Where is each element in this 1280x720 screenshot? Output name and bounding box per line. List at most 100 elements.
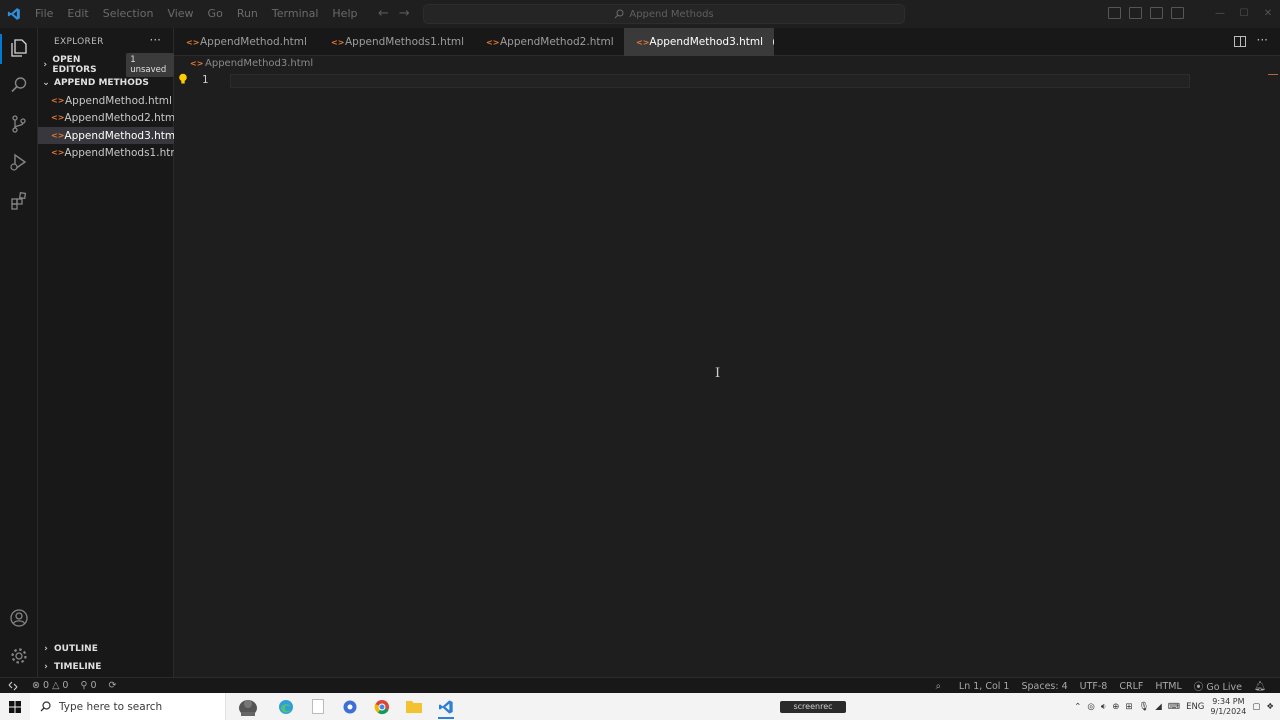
close-icon[interactable]: ✕ [1256,0,1280,28]
toggle-panel-icon[interactable] [1129,7,1142,19]
chevron-right-icon: › [44,644,48,654]
live-share-icon[interactable]: ⟳ [103,680,123,691]
problems-indicator[interactable]: ⊗ 0 △ 0 [26,680,74,691]
command-center[interactable]: Append Methods [423,4,905,24]
menu-view[interactable]: View [160,0,200,28]
more-actions-icon[interactable]: ··· [150,33,161,47]
error-icon: ⊗ [32,680,40,691]
timeline-section[interactable]: › TIMELINE [38,658,174,676]
open-editors-section[interactable]: › OPEN EDITORS 1 unsaved [38,53,175,77]
taskbar-search-input[interactable]: Type here to search [30,693,226,720]
breadcrumb[interactable]: <> AppendMethod3.html [190,58,313,69]
breadcrumb-file: AppendMethod3.html [205,58,314,69]
cursor-position[interactable]: Ln 1, Col 1 [953,681,1016,692]
file-name: AppendMethod2.html [64,111,179,124]
menu-run[interactable]: Run [230,0,265,28]
menu-terminal[interactable]: Terminal [265,0,326,28]
active-indicator [0,34,2,64]
accounts-icon[interactable] [7,606,31,630]
file-item[interactable]: <> AppendMethod.html [38,92,174,109]
chevron-up-icon[interactable]: ⌃ [1074,702,1081,712]
tab-appendmethods1[interactable]: <> AppendMethods1.html [319,28,474,56]
network-icon[interactable]: ⊕ [1112,702,1119,712]
search-view-icon[interactable] [7,73,31,97]
wifi-icon[interactable]: ◢ [1155,702,1162,712]
keyboard-icon[interactable]: ⌨ [1168,702,1180,712]
chevron-down-icon: ⌄ [42,78,50,88]
notifications-bell-icon[interactable]: 🔔︎ [1248,681,1272,692]
menu-help[interactable]: Help [325,0,364,28]
notepad-icon[interactable] [302,693,334,720]
outline-section[interactable]: › OUTLINE [38,640,174,658]
indentation[interactable]: Spaces: 4 [1015,681,1073,692]
tab-appendmethod[interactable]: <> AppendMethod.html [174,28,319,56]
remote-indicator-icon[interactable] [0,678,26,694]
broadcast-icon: ⦿ [1193,682,1204,693]
encoding[interactable]: UTF-8 [1074,681,1114,692]
minimize-icon[interactable]: — [1208,0,1232,28]
outline-label: OUTLINE [54,644,98,654]
vscode-taskbar-icon[interactable] [430,693,462,720]
ports-indicator[interactable]: ⚲ 0 [74,680,102,691]
unsaved-dot-icon[interactable] [773,39,774,45]
forward-arrow-icon[interactable]: → [399,6,410,21]
edge-browser-icon[interactable] [270,693,302,720]
tab-label: AppendMethod2.html [500,36,614,48]
activity-bar [0,28,38,677]
camera-icon[interactable]: ◎ [1087,702,1094,712]
chrome-icon[interactable] [366,693,398,720]
html-file-icon: <> [186,37,200,47]
folder-section[interactable]: ⌄ APPEND METHODS [38,74,174,92]
security-icon[interactable]: ⊞ [1125,702,1132,712]
notification-center-icon[interactable]: ▢ [1252,702,1260,712]
more-actions-icon[interactable]: ··· [1257,33,1268,47]
go-live-label: Go Live [1206,682,1242,693]
code-editor[interactable]: 1 I [174,72,1280,677]
menu-edit[interactable]: Edit [60,0,95,28]
windows-start-icon[interactable] [0,693,30,720]
zoom-icon[interactable]: ⌕ [930,681,947,692]
status-bar-right: ⌕ Ln 1, Col 1 Spaces: 4 UTF-8 CRLF HTML … [930,678,1272,694]
run-debug-icon[interactable] [7,150,31,174]
html-file-icon: <> [636,37,650,47]
tab-appendmethod2[interactable]: <> AppendMethod2.html [474,28,624,56]
explorer-files-icon[interactable] [7,36,31,60]
app-gear-icon[interactable] [334,693,366,720]
settings-gear-icon[interactable] [7,644,31,668]
menu-selection[interactable]: Selection [96,0,161,28]
timeline-label: TIMELINE [54,662,102,672]
ports-count: 0 [90,680,97,691]
layout-controls [1108,7,1184,19]
chevron-right-icon: › [43,60,48,70]
file-item[interactable]: <> AppendMethod2.html [38,109,178,126]
file-item-selected[interactable]: <> AppendMethod3.html [38,127,178,144]
toggle-secondary-sidebar-icon[interactable] [1150,7,1163,19]
window-controls: — ☐ ✕ [1208,0,1280,28]
speaker-icon[interactable]: 🔉︎ [1101,702,1106,712]
file-explorer-icon[interactable] [398,693,430,720]
language-mode[interactable]: HTML [1149,681,1187,692]
microphone-icon[interactable]: 🎙︎ [1138,702,1149,712]
ports-icon: ⚲ [80,680,88,691]
windows-taskbar: Type here to search screenrec ⌃ ◎ 🔉︎ ⊕ ⊞… [0,693,1280,720]
lightbulb-icon[interactable] [178,73,188,87]
clock[interactable]: 9:34 PM 9/1/2024 [1210,697,1246,717]
menu-bar: File Edit Selection View Go Run Terminal… [28,0,364,28]
line-ending[interactable]: CRLF [1113,681,1149,692]
language-indicator[interactable]: ENG [1186,702,1204,712]
extensions-icon[interactable] [7,189,31,213]
tab-appendmethod3[interactable]: <> AppendMethod3.html [624,28,774,56]
back-arrow-icon[interactable]: ← [378,6,389,21]
split-editor-icon[interactable] [1234,36,1246,47]
search-icon [40,701,51,712]
file-item[interactable]: <> AppendMethods1.html [38,144,184,161]
search-highlight-icon[interactable] [226,693,270,720]
maximize-icon[interactable]: ☐ [1232,0,1256,28]
menu-file[interactable]: File [28,0,60,28]
go-live-button[interactable]: ⦿ Go Live [1188,679,1248,693]
source-control-icon[interactable] [7,112,31,136]
copilot-icon[interactable]: ❖ [1266,702,1274,712]
menu-go[interactable]: Go [201,0,230,28]
customize-layout-icon[interactable] [1171,7,1184,19]
toggle-sidebar-icon[interactable] [1108,7,1121,19]
